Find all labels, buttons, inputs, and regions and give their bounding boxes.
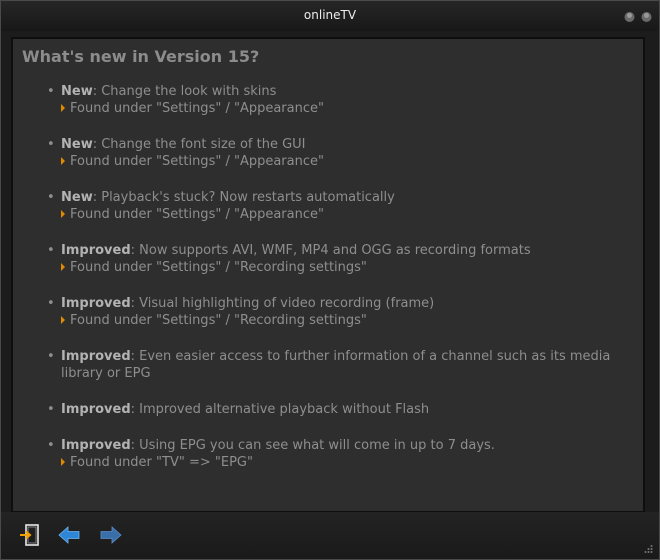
bullet-icon: •	[47, 438, 55, 453]
feature-location-text: Found under "Settings" / "Recording sett…	[70, 260, 367, 275]
feature-location: Found under "TV" => "EPG"	[61, 454, 643, 471]
feature-location-text: Found under "Settings" / "Appearance"	[70, 207, 324, 222]
orange-arrow-icon	[61, 316, 65, 324]
orange-arrow-icon	[61, 210, 65, 218]
feature-text: : Improved alternative playback without …	[130, 402, 430, 417]
feature-location-text: Found under "Settings" / "Recording sett…	[70, 313, 367, 328]
feature-item: • Improved: Now supports AVI, WMF, MP4 an…	[13, 242, 643, 276]
bottom-toolbar	[1, 512, 659, 559]
feature-text: : Now supports AVI, WMF, MP4 and OGG as …	[130, 243, 531, 258]
feature-list: • New: Change the look with skins Found un…	[13, 83, 643, 471]
bullet-icon: •	[47, 137, 55, 152]
feature-text: : Playback's stuck? Now restarts automat…	[92, 190, 395, 205]
feature-location: Found under "Settings" / "Appearance"	[61, 153, 643, 170]
feature-item: • Improved: Using EPG you can see what wi…	[13, 437, 643, 471]
feature-location: Found under "Settings" / "Recording sett…	[61, 312, 643, 329]
page-title: What's new in Version 15?	[22, 47, 260, 66]
bullet-icon: •	[47, 243, 55, 258]
feature-item: • New: Playback's stuck? Now restarts aut…	[13, 189, 643, 223]
bullet-icon: •	[47, 349, 55, 364]
feature-item: • New: Change the look with skins Found un…	[13, 83, 643, 117]
feature-location-text: Found under "TV" => "EPG"	[70, 455, 253, 470]
feature-text: : Even easier access to further informat…	[61, 349, 611, 381]
orange-arrow-icon	[61, 104, 65, 112]
feature-tag: New	[61, 137, 93, 152]
exit-button[interactable]	[15, 520, 45, 550]
feature-location-text: Found under "Settings" / "Appearance"	[70, 101, 324, 116]
close-icon	[641, 12, 652, 22]
back-button[interactable]	[54, 520, 84, 550]
feature-tag: Improved	[61, 402, 131, 417]
feature-text: : Visual highlighting of video recording…	[130, 296, 435, 311]
feature-location: Found under "Settings" / "Appearance"	[61, 100, 643, 117]
whats-new-panel: What's new in Version 15? • New: Change t…	[11, 37, 645, 513]
feature-location: Found under "Settings" / "Recording sett…	[61, 259, 643, 276]
feature-text: : Change the look with skins	[92, 84, 277, 99]
close-button[interactable]	[640, 10, 653, 23]
resize-grip-icon[interactable]	[643, 544, 653, 554]
app-window: onlineTV What's new in Version 15? • New:…	[0, 0, 660, 560]
feature-item: • Improved: Even easier access to further…	[13, 348, 643, 382]
back-arrow-icon	[58, 526, 80, 544]
feature-tag: New	[61, 190, 93, 205]
feature-tag: New	[61, 84, 93, 99]
feature-tag: Improved	[61, 349, 131, 364]
bullet-icon: •	[47, 402, 55, 417]
feature-text: : Using EPG you can see what will come i…	[130, 438, 495, 453]
orange-arrow-icon	[61, 458, 65, 466]
feature-location-text: Found under "Settings" / "Appearance"	[70, 154, 324, 169]
bullet-icon: •	[47, 190, 55, 205]
forward-button[interactable]	[96, 520, 126, 550]
orange-arrow-icon	[61, 263, 65, 271]
feature-tag: Improved	[61, 438, 131, 453]
forward-arrow-icon	[100, 526, 122, 544]
feature-item: • Improved: Visual highlighting of video …	[13, 295, 643, 329]
feature-text: : Change the font size of the GUI	[92, 137, 306, 152]
feature-location: Found under "Settings" / "Appearance"	[61, 206, 643, 223]
feature-item: • New: Change the font size of the GUI Fou…	[13, 136, 643, 170]
feature-tag: Improved	[61, 243, 131, 258]
title-bar[interactable]: onlineTV	[1, 1, 659, 31]
bullet-icon: •	[47, 84, 55, 99]
feature-tag: Improved	[61, 296, 131, 311]
orange-arrow-icon	[61, 157, 65, 165]
bullet-icon: •	[47, 296, 55, 311]
window-title: onlineTV	[303, 8, 357, 22]
exit-icon	[20, 524, 39, 546]
minimize-button[interactable]	[623, 10, 636, 23]
feature-item: • Improved: Improved alternative playback…	[13, 401, 643, 418]
minimize-icon	[624, 12, 635, 22]
